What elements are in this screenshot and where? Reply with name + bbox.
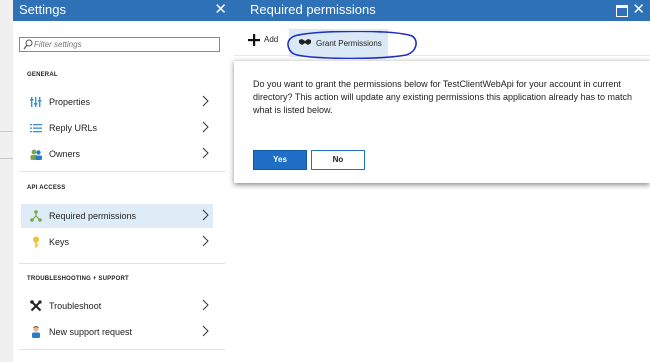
background-window-edge (0, 0, 13, 362)
chevron-right-icon (202, 299, 209, 311)
settings-header: Settings ✕ (13, 0, 234, 21)
command-bar: Add Grant Permissions (234, 21, 650, 57)
nav-label-keys: Keys (49, 237, 70, 247)
filter-settings-input[interactable] (34, 38, 214, 51)
properties-icon (30, 97, 42, 107)
grant-permissions-button[interactable]: Grant Permissions (289, 29, 388, 57)
divider (19, 171, 225, 172)
maximize-icon[interactable] (616, 5, 628, 17)
section-general: GENERAL (27, 72, 58, 78)
support-person-icon (32, 326, 40, 338)
required-permissions-blade: Required permissions ✕ Add Grant Permiss… (234, 0, 650, 362)
nav-label-reply-urls: Reply URLs (49, 123, 98, 133)
chevron-right-icon (202, 235, 209, 247)
required-permissions-close-button[interactable]: ✕ (632, 1, 645, 19)
nav-label-required-permissions: Required permissions (49, 211, 137, 221)
plus-icon (248, 34, 260, 46)
no-button[interactable]: No (311, 150, 365, 170)
nav-label-owners: Owners (49, 149, 81, 159)
chevron-right-icon (202, 325, 209, 337)
nav-item-required-permissions[interactable]: Required permissions (21, 204, 213, 228)
settings-blade: Settings ✕ GENERAL Properties Reply URLs (13, 0, 235, 362)
grant-permissions-label: Grant Permissions (316, 39, 382, 48)
grant-permissions-dialog: Do you want to grant the permissions bel… (234, 60, 650, 183)
nav-label-troubleshoot: Troubleshoot (49, 301, 102, 311)
settings-title: Settings (19, 2, 66, 17)
chevron-right-icon (202, 95, 209, 107)
tools-icon (30, 300, 42, 312)
nav-item-properties[interactable]: Properties (21, 90, 213, 114)
divider (19, 349, 225, 350)
chevron-right-icon (202, 121, 209, 133)
section-api-access: API ACCESS (27, 185, 66, 191)
users-icon (30, 149, 42, 160)
required-permissions-title: Required permissions (250, 2, 376, 17)
search-icon (23, 39, 33, 50)
filter-settings-box[interactable] (19, 37, 220, 52)
divider (19, 263, 225, 264)
list-icon (30, 124, 42, 133)
chevron-right-icon (202, 209, 209, 221)
required-permissions-header: Required permissions ✕ (234, 0, 650, 21)
nav-item-reply-urls[interactable]: Reply URLs (21, 116, 213, 140)
nav-item-new-support-request[interactable]: New support request (21, 320, 213, 344)
nav-item-troubleshoot[interactable]: Troubleshoot (21, 294, 213, 318)
nav-item-keys[interactable]: Keys (21, 230, 213, 254)
key-icon (33, 236, 39, 248)
network-icon (30, 210, 42, 222)
add-label: Add (264, 35, 279, 44)
nav-item-owners[interactable]: Owners (21, 142, 213, 166)
dialog-message: Do you want to grant the permissions bel… (253, 79, 633, 115)
chevron-right-icon (202, 147, 209, 159)
nav-label-properties: Properties (49, 97, 91, 107)
nav-label-new-support-request: New support request (49, 327, 133, 337)
handshake-icon (299, 39, 311, 45)
settings-close-button[interactable]: ✕ (214, 1, 227, 19)
yes-button[interactable]: Yes (253, 150, 307, 170)
section-troubleshooting: TROUBLESHOOTING + SUPPORT (27, 276, 129, 282)
